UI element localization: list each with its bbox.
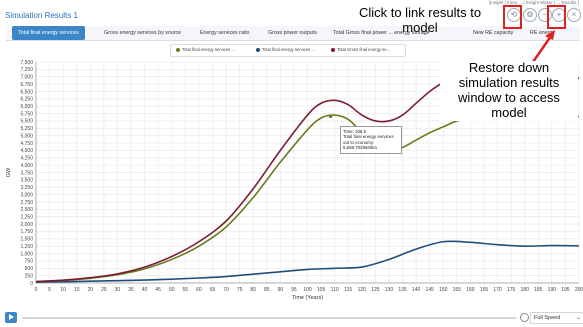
time-slider-track[interactable] [22, 317, 516, 319]
restore-arrow [531, 30, 555, 63]
speed-select[interactable]: Full Speed ⌄ [530, 312, 583, 324]
speed-label: Full Speed [534, 315, 561, 321]
time-slider-knob[interactable] [520, 313, 529, 322]
restore-callout: Restore down simulation results window t… [440, 60, 578, 121]
playback-bar: Full Speed ⌄ [0, 309, 583, 327]
chevron-down-icon: ⌄ [576, 315, 581, 321]
play-button[interactable] [5, 312, 17, 323]
